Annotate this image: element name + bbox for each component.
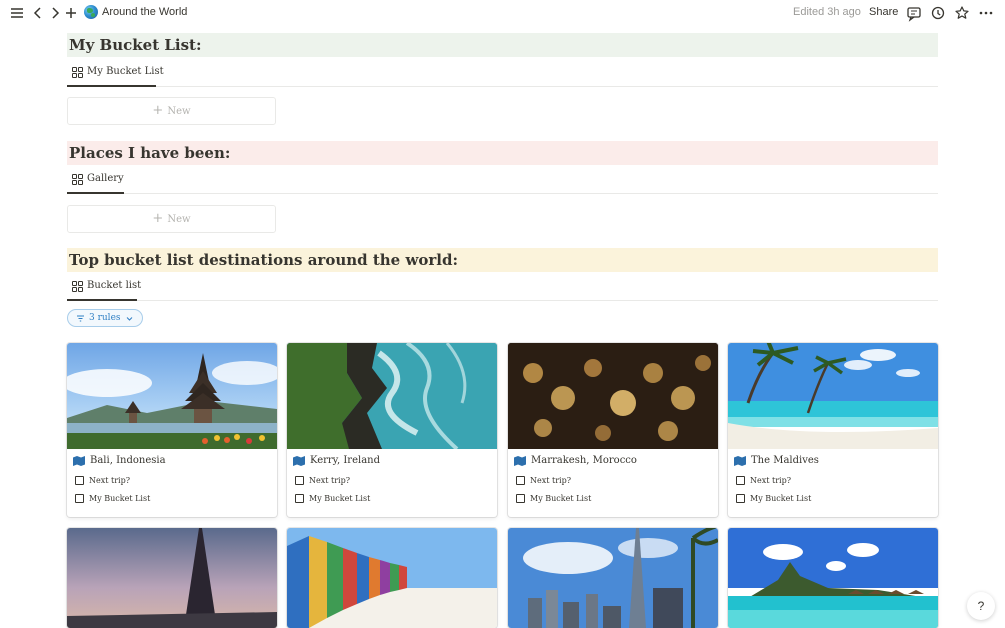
next-trip-property[interactable]: Next trip? <box>295 476 350 485</box>
bucket-list-property[interactable]: My Bucket List <box>75 494 150 503</box>
back-icon[interactable] <box>29 4 47 22</box>
property-label: Next trip? <box>309 476 351 485</box>
comments-icon[interactable] <box>905 4 923 22</box>
plus-icon: + <box>152 103 164 118</box>
filter-rules-button[interactable]: 3 rules <box>67 309 143 327</box>
more-icon[interactable] <box>977 4 995 22</box>
card-title: The Maldives <box>734 455 819 466</box>
gallery-card[interactable] <box>67 528 277 628</box>
checkbox[interactable] <box>75 494 84 503</box>
add-icon[interactable] <box>62 4 80 22</box>
new-card-button[interactable]: + New <box>67 97 276 125</box>
rules-label: 3 rules <box>89 313 121 323</box>
gallery-card[interactable]: Bali, Indonesia Next trip? My Bucket Lis… <box>67 343 277 517</box>
dubai-photo <box>508 528 718 628</box>
gallery-card[interactable] <box>508 528 718 628</box>
gallery-card[interactable]: The Maldives Next trip? My Bucket List <box>728 343 938 517</box>
help-button[interactable]: ? <box>967 592 995 620</box>
new-label: New <box>167 213 191 225</box>
card-title: Bali, Indonesia <box>73 455 166 466</box>
kerry-photo <box>287 343 497 449</box>
tab-gallery[interactable]: Gallery <box>68 168 128 190</box>
gallery-card[interactable] <box>287 528 497 628</box>
tab-my-bucket-list[interactable]: My Bucket List <box>68 61 168 83</box>
card-title-text: The Maldives <box>751 455 819 466</box>
card-title-text: Bali, Indonesia <box>90 455 166 466</box>
tab-active-underline <box>67 192 124 194</box>
bucket-list-property[interactable]: My Bucket List <box>736 494 811 503</box>
gallery-view-icon <box>72 280 83 292</box>
checkbox[interactable] <box>295 476 304 485</box>
chevron-down-icon <box>126 316 132 321</box>
next-trip-property[interactable]: Next trip? <box>736 476 791 485</box>
help-label: ? <box>977 599 985 613</box>
property-label: Next trip? <box>750 476 792 485</box>
next-trip-property[interactable]: Next trip? <box>516 476 571 485</box>
globe-icon <box>84 5 98 19</box>
property-label: Next trip? <box>530 476 572 485</box>
card-title-text: Kerry, Ireland <box>310 455 381 466</box>
heading-top-destinations: Top bucket list destinations around the … <box>67 248 938 272</box>
top-bar: Around the World Edited 3h ago Share <box>0 0 1005 26</box>
map-icon <box>514 455 526 466</box>
map-icon <box>293 455 305 466</box>
tab-label: My Bucket List <box>87 66 164 77</box>
divider <box>67 86 938 87</box>
property-label: My Bucket List <box>530 494 592 503</box>
map-icon <box>73 455 85 466</box>
history-icon[interactable] <box>929 4 947 22</box>
tab-active-underline <box>67 85 156 87</box>
beach-huts-photo <box>287 528 497 628</box>
marrakesh-photo <box>508 343 718 449</box>
next-trip-property[interactable]: Next trip? <box>75 476 130 485</box>
star-icon[interactable] <box>953 4 971 22</box>
checkbox[interactable] <box>736 476 745 485</box>
gallery-view-icon <box>72 173 83 185</box>
card-title: Marrakesh, Morocco <box>514 455 637 466</box>
checkbox[interactable] <box>516 476 525 485</box>
heading-my-bucket-list: My Bucket List: <box>67 33 938 57</box>
maldives-photo <box>728 343 938 449</box>
bucket-list-property[interactable]: My Bucket List <box>295 494 370 503</box>
share-button[interactable]: Share <box>869 6 898 18</box>
menu-icon[interactable] <box>8 4 26 22</box>
property-label: My Bucket List <box>750 494 812 503</box>
plus-icon: + <box>152 211 164 226</box>
checkbox[interactable] <box>736 494 745 503</box>
gallery-card[interactable] <box>728 528 938 628</box>
checkbox[interactable] <box>75 476 84 485</box>
property-label: Next trip? <box>89 476 131 485</box>
property-label: My Bucket List <box>309 494 371 503</box>
gallery-view-icon <box>72 66 83 78</box>
checkbox[interactable] <box>516 494 525 503</box>
tab-label: Gallery <box>87 173 124 184</box>
edited-status: Edited 3h ago <box>793 6 861 18</box>
bucket-list-property[interactable]: My Bucket List <box>516 494 591 503</box>
divider <box>67 193 938 194</box>
gallery-card[interactable]: Kerry, Ireland Next trip? My Bucket List <box>287 343 497 517</box>
property-label: My Bucket List <box>89 494 151 503</box>
heading-places-i-have-been: Places I have been: <box>67 141 938 165</box>
bora-bora-photo <box>728 528 938 628</box>
divider <box>67 300 938 301</box>
checkbox[interactable] <box>295 494 304 503</box>
paris-photo <box>67 528 277 628</box>
filter-icon <box>77 315 84 321</box>
map-icon <box>734 455 746 466</box>
new-card-button[interactable]: + New <box>67 205 276 233</box>
page-title[interactable]: Around the World <box>102 6 187 18</box>
tab-active-underline <box>67 299 137 301</box>
card-title: Kerry, Ireland <box>293 455 380 466</box>
tab-bucket-list[interactable]: Bucket list <box>68 275 145 297</box>
gallery-card[interactable]: Marrakesh, Morocco Next trip? My Bucket … <box>508 343 718 517</box>
new-label: New <box>167 105 191 117</box>
card-title-text: Marrakesh, Morocco <box>531 455 637 466</box>
bali-photo <box>67 343 277 449</box>
tab-label: Bucket list <box>87 280 142 291</box>
